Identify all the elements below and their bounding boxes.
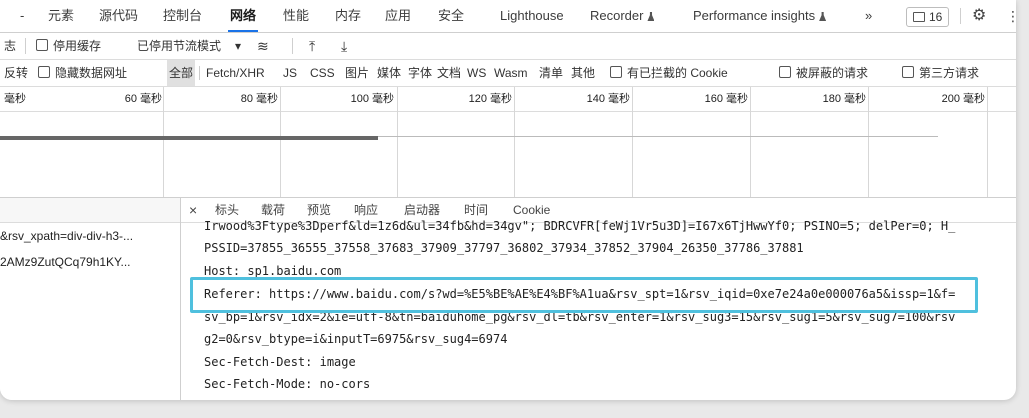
checkbox-icon [902, 66, 914, 78]
tab-lighthouse[interactable]: Lighthouse [500, 0, 564, 32]
timeline-overview[interactable] [0, 112, 1016, 196]
throttling-select[interactable]: 已停用节流模式 ▾ [137, 33, 241, 59]
gear-icon[interactable]: ⚙ [972, 7, 986, 25]
divider [292, 38, 293, 54]
tab-performance-insights-label: Performance insights [693, 8, 816, 23]
preserve-log-partial[interactable]: 志 [4, 33, 16, 59]
close-icon[interactable]: × [189, 198, 197, 222]
header-line: Host: sp1.baidu.com [204, 264, 342, 278]
invert-filter-partial[interactable]: 反转 [4, 60, 28, 86]
throttling-label: 已停用节流模式 [137, 39, 222, 53]
filter-fetch-xhr[interactable]: Fetch/XHR [206, 60, 265, 86]
header-line: sv_bp=1&rsv_idx=2&ie=utf-8&tn=baiduhome_… [204, 310, 956, 324]
timeline-tick: 60 毫秒 [124, 93, 162, 105]
checkbox-icon [610, 66, 622, 78]
filter-wasm[interactable]: Wasm [494, 60, 528, 86]
header-line: Sec-Fetch-Mode: no-cors [204, 377, 371, 391]
filter-manifest[interactable]: 清单 [539, 60, 563, 86]
tab-recorder-label: Recorder [590, 8, 644, 23]
hide-data-urls-label: 隐藏数据网址 [55, 66, 128, 80]
tab-performance-insights[interactable]: Performance insights [693, 0, 827, 32]
issues-icon [913, 12, 925, 22]
tab-recorder[interactable]: Recorder [590, 0, 655, 32]
header-line: Sec-Fetch-Dest: image [204, 355, 356, 369]
filter-css[interactable]: CSS [310, 60, 335, 86]
filter-img[interactable]: 图片 [345, 60, 369, 86]
kebab-menu-icon[interactable]: ⋮ [1006, 7, 1016, 25]
wifi-settings-icon[interactable]: ≋ [257, 33, 269, 59]
more-tabs-button[interactable]: » [865, 0, 872, 32]
disable-cache-label: 停用缓存 [53, 39, 102, 53]
waterfall-bar [378, 136, 938, 137]
timeline-ruler: 毫秒 60 毫秒 80 毫秒 100 毫秒 120 毫秒 140 毫秒 160 … [0, 87, 1016, 197]
checkbox-icon [36, 39, 48, 51]
timeline-tick: 180 毫秒 [822, 93, 866, 105]
experiment-flask-icon [647, 12, 655, 21]
header-line-referer: Referer: https://www.baidu.com/s?wd=%E5%… [204, 287, 956, 301]
filter-bar: 反转 隐藏数据网址 全部 Fetch/XHR JS CSS 图片 媒体 字体 文… [0, 60, 1016, 87]
network-toolbar: 志 停用缓存 已停用节流模式 ▾ ≋ ⤒ ⤓ [0, 33, 1016, 60]
tab-memory[interactable]: 内存 [335, 0, 361, 32]
filter-media[interactable]: 媒体 [377, 60, 401, 86]
timeline-tick: 200 毫秒 [941, 93, 985, 105]
filter-all[interactable]: 全部 [167, 60, 196, 86]
blocked-cookies-checkbox[interactable]: 有已拦截的 Cookie [610, 60, 728, 86]
issues-counter-button[interactable]: 16 [906, 7, 950, 27]
tab-network[interactable]: 网络 [227, 0, 259, 32]
tab-elements[interactable]: 元素 [48, 0, 74, 32]
chevron-down-icon: ▾ [235, 39, 242, 53]
request-list: &rsv_xpath=div-div-h3-... 2AMz9ZutQCq79h… [0, 197, 181, 400]
blocked-requests-label: 被屏蔽的请求 [796, 66, 869, 80]
tab-security[interactable]: 安全 [438, 0, 464, 32]
disable-cache-checkbox[interactable]: 停用缓存 [36, 33, 101, 59]
timeline-tick: 毫秒 [4, 93, 26, 105]
panel-tab-bar: - 元素 源代码 控制台 网络 性能 内存 应用 安全 Lighthouse R… [0, 0, 1016, 33]
divider [199, 66, 200, 80]
blocked-cookies-label: 有已拦截的 Cookie [627, 66, 728, 80]
devtools-window: - 元素 源代码 控制台 网络 性能 内存 应用 安全 Lighthouse R… [0, 0, 1016, 400]
timeline-tick: 140 毫秒 [586, 93, 630, 105]
tab-console[interactable]: 控制台 [163, 0, 202, 32]
header-line: g2=0&rsv_btype=i&inputT=6975&rsv_sug4=69… [204, 332, 508, 346]
divider [960, 8, 961, 24]
header-line: PSSID=37855_36555_37558_37683_37909_3779… [204, 241, 804, 255]
third-party-checkbox[interactable]: 第三方请求 [902, 60, 979, 86]
request-list-header [0, 198, 180, 223]
hide-data-urls-checkbox[interactable]: 隐藏数据网址 [38, 60, 127, 86]
request-details-panel: × 标头 载荷 预览 响应 启动器 时间 Cookie Irwood%3Ftyp… [181, 197, 1016, 400]
tab-sources[interactable]: 源代码 [99, 0, 138, 32]
waterfall-bar [0, 136, 378, 140]
divider [25, 38, 26, 54]
request-row[interactable]: 2AMz9ZutQCq79h1KY... [0, 249, 180, 275]
filter-other[interactable]: 其他 [571, 60, 595, 86]
timeline-tick: 100 毫秒 [350, 93, 394, 105]
filter-font[interactable]: 字体 [408, 60, 432, 86]
blocked-requests-checkbox[interactable]: 被屏蔽的请求 [779, 60, 868, 86]
tab-performance[interactable]: 性能 [283, 0, 309, 32]
timeline-tick: 120 毫秒 [468, 93, 512, 105]
checkbox-icon [779, 66, 791, 78]
tab-partial[interactable]: - [20, 0, 24, 32]
third-party-label: 第三方请求 [919, 66, 980, 80]
header-line: Irwood%3Ftype%3Dperf&ld=1z6d&ul=34fb&hd=… [204, 219, 956, 233]
upload-har-icon[interactable]: ⤒ [309, 33, 315, 59]
request-headers-content: Irwood%3Ftype%3Dperf&ld=1z6d&ul=34fb&hd=… [181, 219, 1016, 400]
experiment-flask-icon [819, 12, 827, 21]
timeline-tick: 160 毫秒 [704, 93, 748, 105]
download-har-icon[interactable]: ⤓ [341, 33, 347, 59]
timeline-tick: 80 毫秒 [240, 93, 278, 105]
issues-count: 16 [929, 10, 943, 24]
request-row[interactable]: &rsv_xpath=div-div-h3-... [0, 223, 180, 249]
filter-doc[interactable]: 文档 [437, 60, 461, 86]
tab-application[interactable]: 应用 [385, 0, 411, 32]
checkbox-icon [38, 66, 50, 78]
filter-ws[interactable]: WS [467, 60, 486, 86]
filter-js[interactable]: JS [283, 60, 297, 86]
